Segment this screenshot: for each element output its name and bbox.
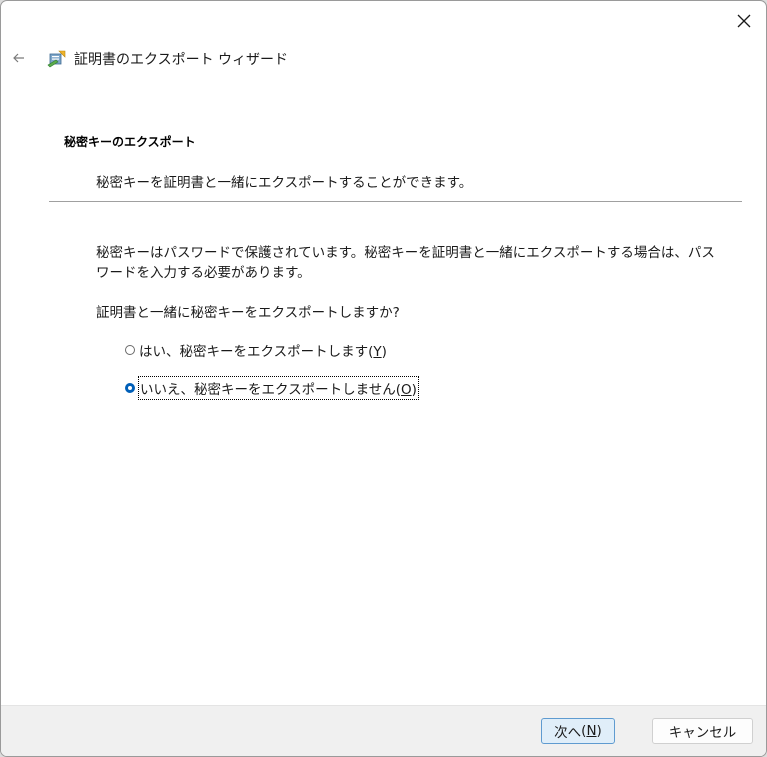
header-divider (49, 201, 742, 202)
password-info-text: 秘密キーはパスワードで保護されています。秘密キーを証明書と一緒にエクスポートする… (96, 245, 715, 281)
section-description: 秘密キーを証明書と一緒にエクスポートすることができます。 (96, 175, 473, 191)
radio-export-yes[interactable]: はい、秘密キーをエクスポートします(Y) (125, 340, 387, 360)
back-button[interactable] (9, 47, 29, 69)
wizard-footer: 次へ(N) キャンセル (1, 705, 766, 756)
radio-export-no-label[interactable]: いいえ、秘密キーをエクスポートしません(O) (138, 376, 419, 400)
next-button[interactable]: 次へ(N) (541, 718, 615, 744)
radio-export-no[interactable]: いいえ、秘密キーをエクスポートしません(O) (125, 376, 419, 400)
radio-button-unselected[interactable] (125, 345, 135, 355)
wizard-title: 証明書のエクスポート ウィザード (74, 52, 289, 68)
export-question: 証明書と一緒に秘密キーをエクスポートしますか? (96, 305, 400, 321)
radio-button-selected[interactable] (125, 383, 135, 393)
section-heading: 秘密キーのエクスポート (64, 135, 196, 149)
export-wizard-window: 証明書のエクスポート ウィザード 秘密キーのエクスポート 秘密キーを証明書と一緒… (0, 0, 767, 757)
close-icon (737, 14, 751, 28)
radio-export-yes-label[interactable]: はい、秘密キーをエクスポートします(Y) (139, 340, 387, 360)
back-arrow-icon (13, 53, 24, 63)
certificate-wizard-icon (47, 48, 67, 68)
close-button[interactable] (730, 7, 758, 35)
cancel-button[interactable]: キャンセル (652, 718, 753, 744)
